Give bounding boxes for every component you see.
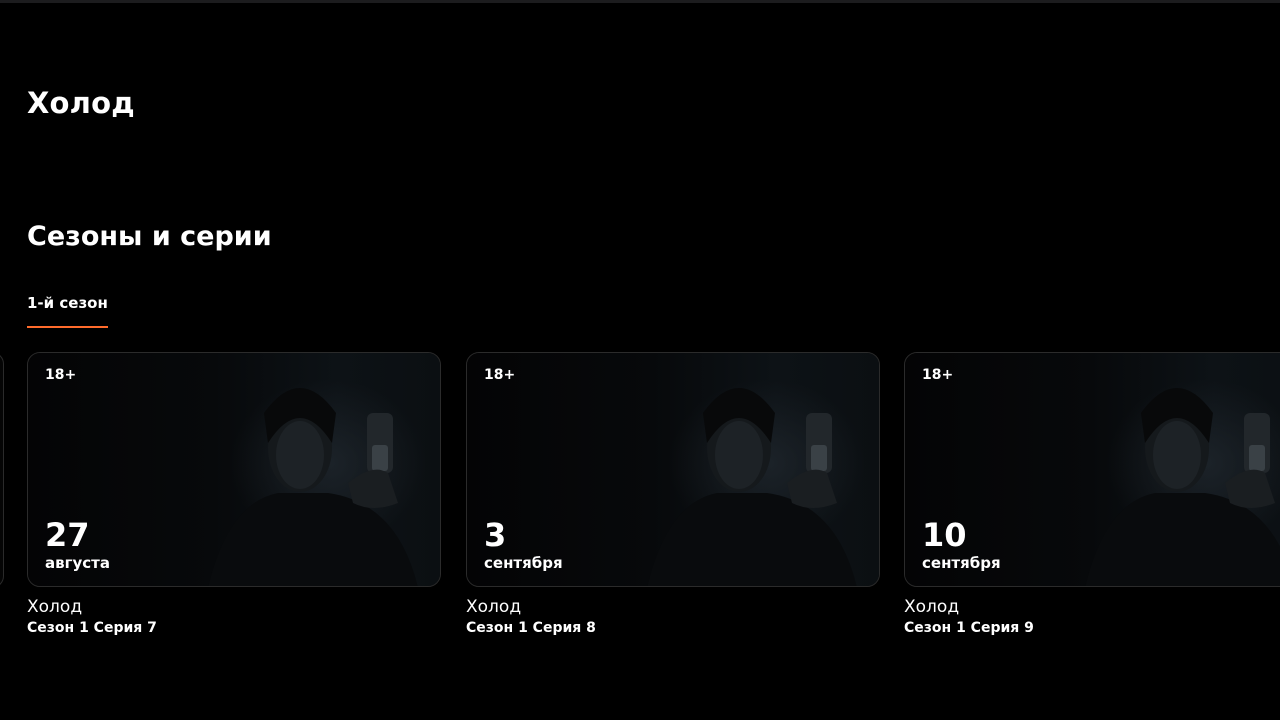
previous-episode-card-edge[interactable] (0, 352, 4, 588)
age-rating-badge: 18+ (922, 367, 954, 383)
episode-title[interactable]: Холод (466, 597, 521, 617)
release-day: 27 (45, 516, 90, 554)
episode-thumbnail[interactable]: 18+ 27 августа (27, 352, 441, 587)
episode-card[interactable]: 18+ 27 августа Холод Сезон 1 Серия 7 (27, 352, 441, 642)
tab-season-1-label: 1-й сезон (27, 294, 108, 312)
page: Холод Сезоны и серии 1-й сезон 18+ 27 ав… (0, 0, 1280, 720)
age-rating-badge: 18+ (484, 367, 516, 383)
release-day: 3 (484, 516, 507, 554)
top-divider (0, 0, 1280, 3)
tab-season-1[interactable]: 1-й сезон (27, 294, 108, 328)
episode-thumbnail[interactable]: 18+ 3 сентября (466, 352, 880, 587)
release-day: 10 (922, 516, 967, 554)
episode-title[interactable]: Холод (904, 597, 959, 617)
release-month: сентября (484, 554, 563, 572)
episode-subtitle: Сезон 1 Серия 8 (466, 620, 596, 636)
episode-subtitle: Сезон 1 Серия 9 (904, 620, 1034, 636)
release-month: сентября (922, 554, 1001, 572)
episode-subtitle: Сезон 1 Серия 7 (27, 620, 157, 636)
episode-card[interactable]: 18+ 10 сентября Холод Сезон 1 Серия 9 (904, 352, 1280, 642)
episode-title[interactable]: Холод (27, 597, 82, 617)
episode-still-image (647, 388, 857, 586)
episodes-carousel[interactable]: 18+ 27 августа Холод Сезон 1 Серия 7 18+… (0, 352, 1280, 652)
episode-thumbnail[interactable]: 18+ 10 сентября (904, 352, 1280, 587)
seasons-section-title: Сезоны и серии (27, 221, 272, 252)
age-rating-badge: 18+ (45, 367, 77, 383)
show-title: Холод (27, 86, 135, 120)
episode-still-image (208, 388, 418, 586)
release-month: августа (45, 554, 110, 572)
active-tab-underline (27, 326, 108, 328)
episode-card[interactable]: 18+ 3 сентября Холод Сезон 1 Серия 8 (466, 352, 880, 642)
